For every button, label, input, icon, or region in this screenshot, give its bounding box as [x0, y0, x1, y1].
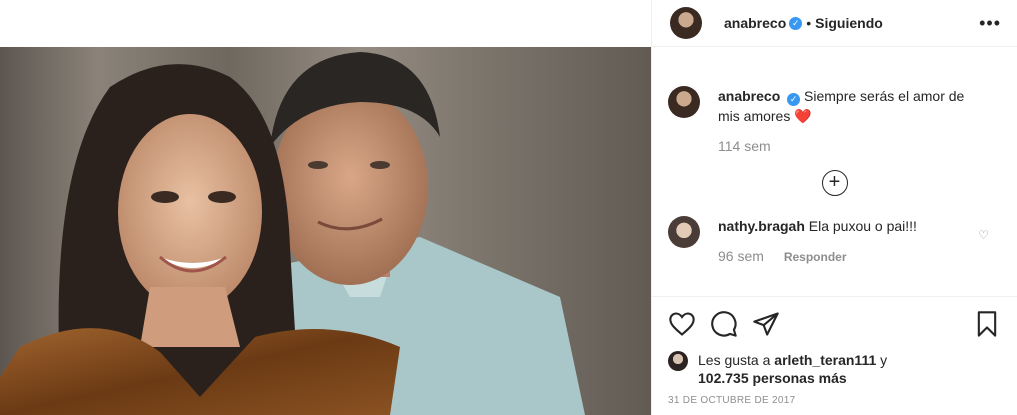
caption-meta: 114 sem: [718, 138, 988, 154]
caption-username[interactable]: anabreco: [718, 88, 780, 104]
comments-list: anabreco ✓ Siempre serás el amor de mis …: [652, 48, 1017, 296]
likes-summary: Les gusta a arleth_teran111 y 102.735 pe…: [668, 351, 1001, 387]
caption-body: anabreco ✓ Siempre serás el amor de mis …: [718, 86, 988, 154]
post-side-panel: anabreco ✓ • Siguiendo ••• anabreco ✓ Si…: [651, 0, 1017, 415]
verified-badge-icon: ✓: [787, 93, 801, 106]
liker-username[interactable]: arleth_teran111: [774, 352, 876, 368]
liker-avatar[interactable]: [668, 351, 688, 371]
author-info: anabreco ✓ • Siguiendo: [724, 15, 883, 31]
commenter-avatar[interactable]: [668, 216, 700, 248]
post-media-area: [0, 0, 651, 415]
action-bar: [668, 297, 1001, 351]
post-date[interactable]: 31 DE OCTUBRE DE 2017: [668, 395, 1001, 406]
like-comment-heart-icon[interactable]: ♡: [978, 228, 989, 242]
commenter-username[interactable]: nathy.bragah: [718, 218, 805, 234]
photo-illustration: [0, 47, 651, 415]
caption-time[interactable]: 114 sem: [718, 138, 771, 154]
likes-text: Les gusta a arleth_teran111 y 102.735 pe…: [698, 351, 887, 387]
caption-avatar[interactable]: [668, 86, 700, 118]
verified-badge-icon: ✓: [789, 16, 803, 30]
post-header: anabreco ✓ • Siguiendo •••: [652, 0, 1017, 47]
heart-icon[interactable]: [668, 310, 696, 338]
plus-circle-icon[interactable]: +: [821, 170, 848, 196]
likes-prefix: Les gusta a: [698, 352, 775, 368]
comment-icon[interactable]: [710, 310, 738, 338]
comment-time[interactable]: 96 sem: [718, 248, 764, 264]
comment-text-line: nathy.bragah Ela puxou o pai!!!: [718, 216, 917, 236]
comment-body: nathy.bragah Ela puxou o pai!!! 96 sem R…: [718, 216, 917, 264]
caption-text-line: anabreco ✓ Siempre serás el amor de mis …: [718, 86, 988, 126]
bookmark-icon[interactable]: [973, 310, 1001, 338]
reply-button[interactable]: Responder: [784, 250, 847, 264]
share-icon[interactable]: [752, 310, 780, 338]
likes-mid: y: [876, 352, 888, 368]
comment-meta: 96 sem Responder: [718, 248, 917, 264]
author-username[interactable]: anabreco: [724, 15, 786, 31]
likes-count[interactable]: 102.735 personas más: [698, 370, 847, 386]
author-avatar[interactable]: [670, 7, 702, 39]
caption-comment: anabreco ✓ Siempre serás el amor de mis …: [668, 86, 1001, 154]
comment-item: nathy.bragah Ela puxou o pai!!! 96 sem R…: [668, 216, 1001, 264]
more-options-icon[interactable]: •••: [979, 13, 1001, 34]
following-button[interactable]: Siguiendo: [815, 15, 883, 31]
heart-emoji-icon: ❤️: [794, 108, 812, 124]
separator-dot: •: [806, 15, 812, 31]
post-actions-section: Les gusta a arleth_teran111 y 102.735 pe…: [652, 296, 1017, 406]
comment-text: Ela puxou o pai!!!: [808, 218, 917, 234]
post-photo[interactable]: [0, 47, 651, 415]
load-more-comments: +: [668, 170, 1001, 196]
